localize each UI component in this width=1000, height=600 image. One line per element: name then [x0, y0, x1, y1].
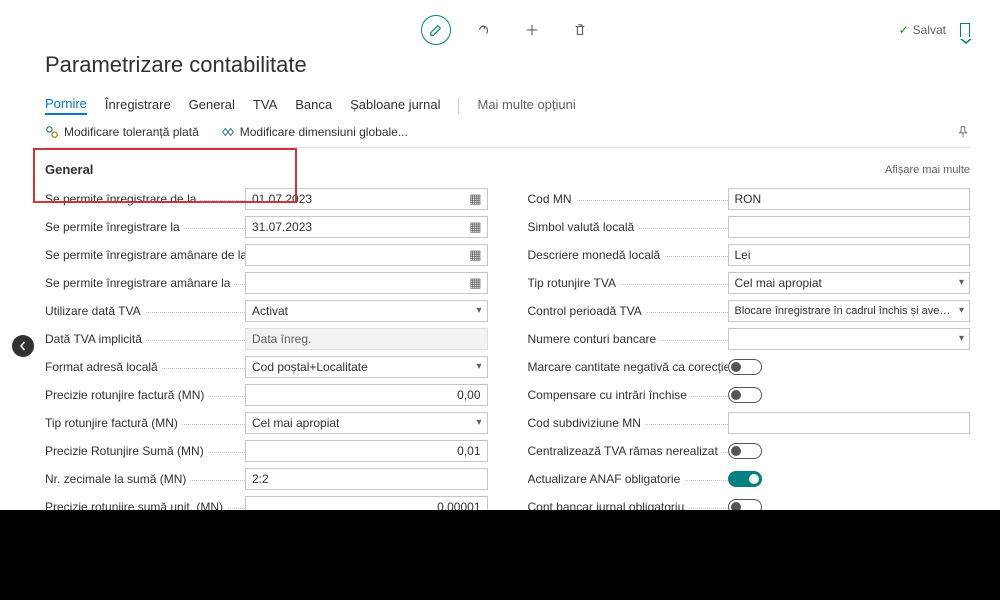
input-lcy-desc[interactable] — [728, 244, 971, 266]
delete-icon[interactable] — [565, 15, 595, 45]
bottom-blackbar — [0, 510, 1000, 600]
tab-banca[interactable]: Banca — [295, 97, 332, 114]
input-allow-from[interactable] — [245, 188, 488, 210]
label-addr-format: Format adresă locală — [45, 360, 245, 374]
page-title: Parametrizare contabilitate — [45, 52, 970, 78]
action-row: Modificare toleranță plată Modificare di… — [45, 125, 970, 145]
section-title: General — [45, 162, 93, 177]
input-defer-from[interactable] — [245, 244, 488, 266]
tab-inregistrare[interactable]: Înregistrare — [105, 97, 171, 114]
tab-tva[interactable]: TVA — [253, 97, 277, 114]
select-addr-format[interactable] — [245, 356, 488, 378]
action-modify-tolerance[interactable]: Modificare toleranță plată — [45, 125, 199, 139]
select-bank-nos[interactable] — [728, 328, 971, 350]
tolerance-icon — [45, 125, 59, 139]
label-defer-to: Se permite înregistrare amânare la — [45, 276, 245, 290]
action-modify-dimensions[interactable]: Modificare dimensiuni globale... — [221, 125, 408, 139]
select-vat-round[interactable] — [728, 272, 971, 294]
input-allow-to[interactable] — [245, 216, 488, 238]
input-defer-to[interactable] — [245, 272, 488, 294]
select-vat-period-ctrl[interactable] — [728, 300, 971, 322]
input-lcy-symbol[interactable] — [728, 216, 971, 238]
toggle-anaf[interactable] — [728, 471, 762, 487]
label-anaf: Actualizare ANAF obligatorie — [528, 472, 728, 486]
label-vat-round: Tip rotunjire TVA — [528, 276, 728, 290]
label-mark-neg: Marcare cantitate negativă ca corecție — [528, 360, 728, 374]
select-use-vat-date[interactable] — [245, 300, 488, 322]
saved-label: Salvat — [913, 23, 946, 37]
input-default-vat-date — [245, 328, 488, 350]
label-amt-round-prec: Precizie Rotunjire Sumă (MN) — [45, 444, 245, 458]
share-icon[interactable] — [469, 15, 499, 45]
toggle-mark-neg[interactable] — [728, 359, 762, 375]
tab-more-options[interactable]: Mai multe opțiuni — [477, 97, 575, 114]
toggle-offset-closed[interactable] — [728, 387, 762, 403]
select-inv-round-type[interactable] — [245, 412, 488, 434]
label-lcy-code: Cod MN — [528, 192, 728, 206]
label-offset-closed: Compensare cu intrări închise — [528, 388, 728, 402]
input-amt-dec[interactable] — [245, 468, 488, 490]
label-vat-period-ctrl: Control perioadă TVA — [528, 304, 728, 318]
input-subdiv[interactable] — [728, 412, 971, 434]
bookmark-icon[interactable] — [960, 23, 970, 37]
input-amt-round-prec[interactable] — [245, 440, 488, 462]
label-inv-round-prec: Precizie rotunjire factură (MN) — [45, 388, 245, 402]
label-default-vat-date: Dată TVA implicită — [45, 332, 245, 346]
label-bank-nos: Numere conturi bancare — [528, 332, 728, 346]
label-amt-dec: Nr. zecimale la sumă (MN) — [45, 472, 245, 486]
dimensions-icon — [221, 125, 235, 139]
label-inv-round-type: Tip rotunjire factură (MN) — [45, 416, 245, 430]
edit-icon[interactable] — [421, 15, 451, 45]
label-subdiv: Cod subdiviziune MN — [528, 416, 728, 430]
saved-indicator: ✓ Salvat — [899, 23, 946, 37]
input-lcy-code[interactable] — [728, 188, 971, 210]
tab-general[interactable]: General — [189, 97, 235, 114]
label-use-vat-date: Utilizare dată TVA — [45, 304, 245, 318]
toggle-central-vat[interactable] — [728, 443, 762, 459]
tab-bar: Pornire Înregistrare General TVA Banca Ș… — [45, 96, 970, 115]
tab-pornire[interactable]: Pornire — [45, 96, 87, 115]
check-icon: ✓ — [899, 23, 909, 37]
label-allow-to: Se permite înregistrare la — [45, 220, 245, 234]
toolbar: ✓ Salvat — [45, 10, 970, 50]
label-defer-from: Se permite înregistrare amânare de la — [45, 248, 245, 262]
tab-sabloane[interactable]: Șabloane jurnal — [350, 97, 440, 114]
label-allow-from: Se permite înregistrare de la — [45, 192, 245, 206]
section-header-general: General Afișare mai multe — [45, 162, 970, 177]
label-central-vat: Centralizează TVA rămas nerealizat — [528, 444, 728, 458]
pin-icon[interactable] — [956, 125, 970, 139]
show-more-link[interactable]: Afișare mai multe — [885, 164, 970, 176]
label-lcy-symbol: Simbol valută locală — [528, 220, 728, 234]
input-inv-round-prec[interactable] — [245, 384, 488, 406]
new-icon[interactable] — [517, 15, 547, 45]
label-lcy-desc: Descriere monedă locală — [528, 248, 728, 262]
